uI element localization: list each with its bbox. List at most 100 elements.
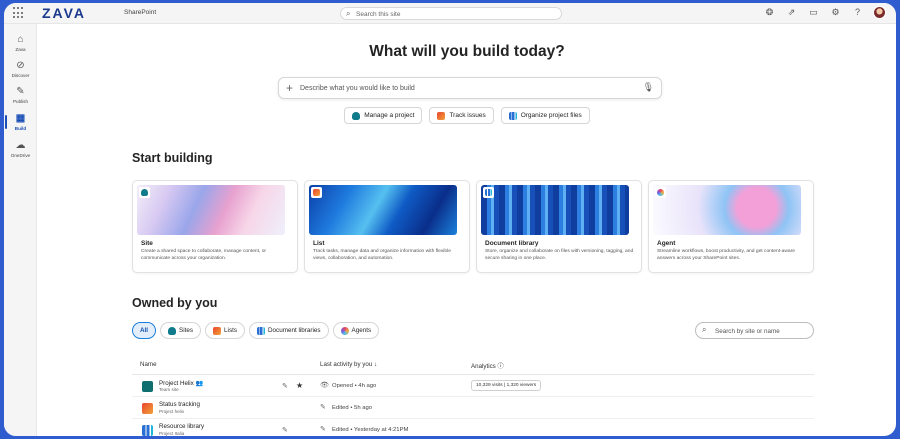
pencil-icon: ✎ [16, 86, 25, 97]
global-search-input[interactable]: ⌕ Search this site [340, 7, 562, 20]
column-last-activity[interactable]: Last activity by you ↓ [320, 361, 377, 368]
analytics-badge: 10,329 visits | 1,320 viewers [471, 380, 542, 391]
filter-lists[interactable]: Lists [205, 322, 245, 339]
main-content: What will you build today? + Describe wh… [38, 25, 896, 436]
filter-all[interactable]: All [132, 322, 157, 339]
column-analytics[interactable]: Analytics ⓘ [471, 361, 504, 370]
search-icon: ⌕ [702, 325, 707, 334]
search-placeholder: Search by site or name [715, 328, 780, 335]
row-activity: Edited • 5h ago [332, 405, 373, 411]
owned-by-you-title: Owned by you [132, 296, 218, 310]
settings-icon[interactable]: ⚙ [829, 6, 842, 19]
site-icon [142, 381, 153, 392]
layout-icon: ▦ [15, 113, 26, 124]
chat-icon[interactable]: ▭ [807, 6, 820, 19]
card-description: Store, organize and collaborate on files… [485, 249, 634, 261]
card-description: Create a shared space to collaborate, ma… [141, 249, 267, 261]
card-document-library[interactable]: Document library Store, organize and col… [476, 180, 642, 273]
app-name[interactable]: SharePoint [124, 9, 156, 16]
microphone-icon[interactable]: 🎙 [643, 82, 654, 93]
suggestion-chips: Manage a project Track issues Organize p… [38, 107, 896, 124]
avatar[interactable] [873, 6, 886, 19]
rail-label: Publish [12, 99, 29, 104]
rail-item-publish[interactable]: ✎ Publish [4, 86, 37, 104]
rail-item-zava[interactable]: ⌂ Zava [4, 34, 37, 52]
row-activity: Edited • Yesterday at 4:21PM [332, 427, 409, 433]
library-icon [257, 326, 265, 335]
column-name[interactable]: Name [140, 361, 157, 368]
top-bar: ZAVA SharePoint ⌕ Search this site ❂ ⇗ ▭… [4, 3, 896, 24]
cloud-icon: ☁ [15, 140, 26, 151]
search-placeholder: Search this site [356, 10, 401, 18]
filter-sites[interactable]: Sites [160, 322, 202, 339]
row-subtitle: Team site [159, 387, 179, 392]
row-name[interactable]: Status tracking [159, 401, 200, 408]
chip-organize-files[interactable]: Organize project files [500, 107, 590, 124]
table-row[interactable]: Project Helix 👥 Team site ✎ ★ 👁 Opened •… [132, 375, 814, 397]
copilot-icon[interactable]: ❂ [763, 6, 776, 19]
row-subtitle: Project Italia [159, 431, 185, 436]
row-name[interactable]: Project Helix 👥 [159, 379, 203, 387]
agent-icon [340, 326, 349, 335]
library-icon [508, 111, 517, 120]
table-header: Name Last activity by you ↓ Analytics ⓘ [132, 353, 814, 375]
start-building-title: Start building [132, 151, 213, 165]
help-icon[interactable]: ? [851, 6, 864, 19]
owned-search-input[interactable]: ⌕ Search by site or name [695, 322, 814, 339]
info-icon: ⓘ [497, 363, 504, 370]
chip-track-issues[interactable]: Track issues [429, 107, 494, 124]
share-icon[interactable]: ⇗ [785, 6, 798, 19]
row-subtitle: Project helix [159, 409, 185, 414]
app-launcher-icon[interactable] [13, 7, 25, 19]
card-site[interactable]: Site Create a shared space to collaborat… [132, 180, 298, 273]
card-image [137, 185, 285, 235]
site-icon [139, 187, 150, 198]
owned-table: Name Last activity by you ↓ Analytics ⓘ … [132, 353, 814, 436]
filter-agents[interactable]: Agents [332, 322, 380, 339]
chip-label: Track issues [449, 112, 486, 119]
rail-label: Discover [11, 73, 30, 78]
filter-chips: All Sites Lists Document libraries Agent… [132, 322, 380, 339]
card-image [653, 185, 801, 235]
row-activity: Opened • 4h ago [332, 383, 377, 389]
describe-prompt-input[interactable]: + Describe what you would like to build … [278, 77, 662, 99]
row-name-text: Project Helix [159, 380, 194, 387]
home-icon: ⌂ [17, 34, 24, 45]
edit-icon[interactable]: ✎ [282, 426, 288, 434]
rail-item-discover[interactable]: ⊘ Discover [4, 60, 37, 78]
list-icon [437, 111, 446, 120]
rail-item-onedrive[interactable]: ☁ OneDrive [4, 140, 37, 158]
prompt-placeholder: Describe what you would like to build [300, 85, 415, 92]
row-name[interactable]: Resource library [159, 423, 204, 430]
agent-icon [655, 187, 666, 198]
column-label: Analytics [471, 363, 496, 370]
chip-manage-project[interactable]: Manage a project [344, 107, 423, 124]
plus-icon[interactable]: + [286, 81, 293, 95]
pencil-icon: ✎ [320, 404, 326, 411]
column-label: Last activity by you [320, 361, 373, 368]
card-agent[interactable]: Agent Streamline workflows, boost produc… [648, 180, 814, 273]
rail-label: Zava [15, 47, 26, 52]
card-title: Agent [657, 240, 676, 247]
card-title: List [313, 240, 325, 247]
pencil-icon: ✎ [320, 426, 326, 433]
brand-logo[interactable]: ZAVA [42, 5, 86, 21]
rail-label: Build [14, 126, 27, 131]
filter-label: All [140, 327, 149, 334]
rail-item-build[interactable]: ▦ Build [4, 113, 37, 131]
card-list[interactable]: List Track tasks, manage data and organi… [304, 180, 470, 273]
card-title: Document library [485, 240, 539, 247]
filter-label: Document libraries [268, 327, 321, 334]
star-icon[interactable]: ★ [296, 381, 303, 390]
filter-document-libraries[interactable]: Document libraries [249, 322, 329, 339]
edit-icon[interactable]: ✎ [282, 382, 288, 390]
app-window: ZAVA SharePoint ⌕ Search this site ❂ ⇗ ▭… [4, 3, 896, 436]
library-icon [483, 187, 494, 198]
filter-label: Lists [224, 327, 237, 334]
table-row[interactable]: Resource library Project Italia ✎ ✎ Edit… [132, 419, 814, 436]
card-description: Streamline workflows, boost productivity… [657, 249, 795, 261]
left-rail: ⌂ Zava ⊘ Discover ✎ Publish ▦ Build ☁ On… [4, 24, 37, 436]
search-icon: ⌕ [346, 9, 351, 18]
table-row[interactable]: Status tracking Project helix ✎ Edited •… [132, 397, 814, 419]
rail-label: OneDrive [10, 153, 31, 158]
